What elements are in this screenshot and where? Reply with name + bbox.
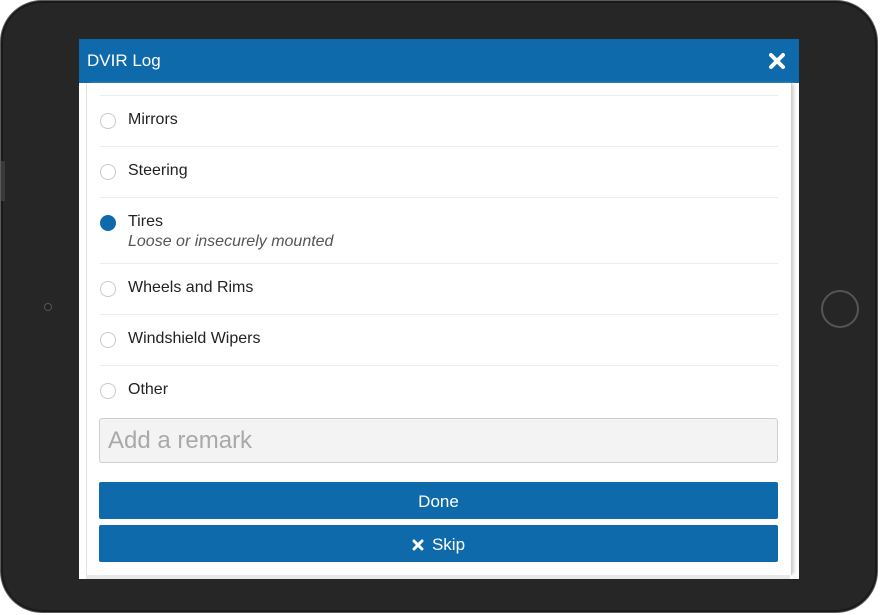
option-mirrors[interactable]: Mirrors	[100, 96, 778, 147]
dialog-footer-edge	[86, 575, 790, 579]
radio-button[interactable]	[100, 113, 116, 129]
remark-input[interactable]	[99, 418, 778, 463]
option-label: Steering	[128, 162, 188, 179]
radio-button[interactable]	[100, 383, 116, 399]
close-icon	[769, 53, 785, 69]
camera-icon	[44, 303, 52, 311]
option-label: Wheels and Rims	[128, 279, 254, 296]
option-other[interactable]: Other	[100, 366, 778, 417]
option-tires[interactable]: Tires Loose or insecurely mounted	[100, 198, 778, 264]
option-windshield-wipers[interactable]: Windshield Wipers	[100, 315, 778, 366]
radio-button[interactable]	[100, 281, 116, 297]
option-sublabel: Loose or insecurely mounted	[128, 233, 334, 250]
option-label: Other	[128, 381, 169, 398]
skip-button[interactable]: Skip	[99, 525, 778, 562]
done-button-label: Done	[418, 492, 459, 511]
dialog-title: DVIR Log	[87, 51, 161, 70]
close-button[interactable]	[767, 51, 787, 71]
home-button[interactable]	[821, 290, 859, 328]
skip-button-label: Skip	[431, 535, 466, 554]
radio-button[interactable]	[100, 164, 116, 180]
tablet-side-button	[1, 161, 5, 201]
defect-option-list: Mirrors Steering Tires Loose or insecure…	[100, 95, 778, 417]
dialog-header: DVIR Log	[79, 39, 799, 83]
radio-button-selected[interactable]	[100, 215, 116, 231]
option-wheels-and-rims[interactable]: Wheels and Rims	[100, 264, 778, 315]
done-button[interactable]: Done	[99, 482, 778, 519]
option-label: Mirrors	[128, 111, 178, 128]
option-steering[interactable]: Steering	[100, 147, 778, 198]
dvir-dialog: DVIR Log Mirrors Steering Tires Loose or…	[79, 39, 799, 579]
radio-button[interactable]	[100, 332, 116, 348]
option-label: Windshield Wipers	[128, 330, 261, 347]
x-icon	[412, 539, 424, 551]
option-label: Tires	[128, 213, 163, 230]
